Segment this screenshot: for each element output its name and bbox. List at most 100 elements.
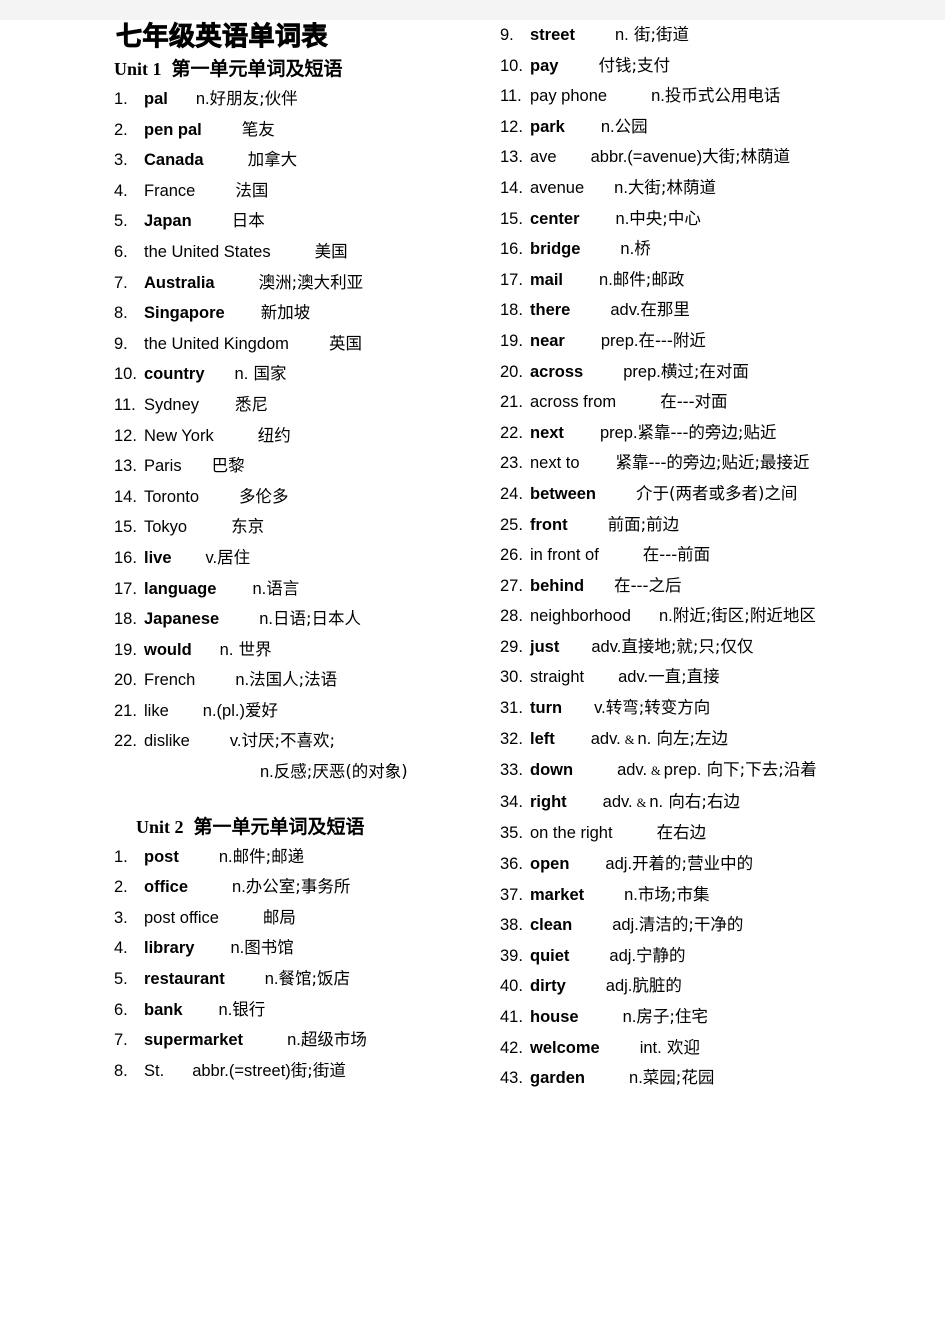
part-of-speech: adv. — [591, 637, 622, 656]
entry-chinese-gloss: 肮脏的 — [632, 976, 682, 996]
entry-body: near prep.在---附近 — [530, 326, 706, 357]
entry-chinese-gloss: 桥 — [634, 239, 651, 259]
entry-number: 34. — [500, 792, 523, 811]
right-column-sections: 9. street n. 街;街道 10. pay 付钱;支付 11. pay phone n.… — [500, 20, 930, 1094]
vocabulary-entry: 33. down adv. & prep. 向下;下去;沿着 — [500, 755, 930, 787]
unit-heading: Unit 1 第一单元单词及短语 — [114, 56, 484, 82]
entry-body: park n.公园 — [530, 112, 648, 143]
entry-term: street — [530, 26, 575, 44]
entry-term: country — [144, 365, 205, 384]
entry-body: Japan 日本 — [144, 206, 265, 237]
entry-number: 17. — [114, 579, 137, 598]
entry-number: 16. — [114, 548, 137, 567]
entry-term: Singapore — [144, 304, 225, 323]
vocabulary-entry: 6. the United States 美国 — [114, 237, 484, 268]
entry-number: 4. — [114, 939, 128, 958]
entry-number: 12. — [114, 426, 137, 445]
vocabulary-entry: 2. pen pal 笔友 — [114, 115, 484, 146]
ampersand-separator: & — [624, 732, 635, 747]
entry-number: 26. — [500, 546, 523, 565]
entry-body: office n.办公室;事务所 — [144, 872, 350, 903]
entry-chinese-gloss: 澳洲;澳大利亚 — [258, 272, 364, 292]
part-of-speech: adj. — [605, 855, 633, 874]
entry-number: 7. — [114, 1031, 128, 1050]
entry-body: pay 付钱;支付 — [530, 51, 670, 82]
entry-body: Paris 巴黎 — [144, 451, 245, 482]
entry-number: 19. — [500, 331, 523, 350]
entry-body: garden n.菜园;花园 — [530, 1063, 714, 1094]
vocabulary-entry: 25. front 前面;前边 — [500, 510, 930, 541]
entry-number: 32. — [500, 729, 523, 748]
entry-term: avenue — [530, 178, 585, 197]
entry-chinese-gloss: 附近;街区;附近地区 — [672, 606, 816, 626]
entry-body: language n.语言 — [144, 574, 299, 605]
entry-body: French n.法国人;法语 — [144, 665, 337, 696]
entry-term: pay phone — [530, 87, 608, 106]
entry-term: pen pal — [144, 120, 202, 139]
entry-body: like n.(pl.)爱好 — [144, 696, 278, 727]
entry-body: on the right 在右边 — [530, 818, 706, 849]
entry-number: 37. — [500, 885, 523, 904]
vocabulary-entry: 36. open adj.开着的;营业中的 — [500, 849, 930, 880]
part-of-speech: adj. — [605, 977, 633, 996]
entry-body: down adv. & prep. 向下;下去;沿着 — [530, 755, 817, 787]
vocabulary-entry: 42. welcome int. 欢迎 — [500, 1033, 930, 1064]
vocabulary-entry: 23. next to 紧靠---的旁边;贴近;最接近 — [500, 448, 930, 479]
entry-term: bank — [144, 1000, 183, 1019]
entry-term: dislike — [144, 732, 190, 751]
ampersand-separator: & — [636, 795, 647, 810]
entry-term: right — [530, 792, 567, 811]
part-of-speech: n. — [651, 87, 665, 106]
entry-body: neighborhood n.附近;街区;附近地区 — [530, 601, 816, 632]
vocabulary-entry: 16. bridge n.桥 — [500, 234, 930, 265]
part-of-speech: adj. — [609, 946, 637, 965]
entry-body: post office 邮局 — [144, 903, 296, 934]
entry-term: the United Kingdom — [144, 334, 289, 353]
entry-term: pal — [144, 90, 168, 108]
entry-chinese-gloss: 国家 — [248, 364, 287, 384]
entry-body: Toronto 多伦多 — [144, 482, 289, 513]
entry-term: clean — [530, 916, 573, 935]
vocabulary-entry: 20. across prep.横过;在对面 — [500, 357, 930, 388]
entry-body: just adv.直接地;就;只;仅仅 — [530, 632, 754, 663]
entry-continuation-line: n.反感;厌恶(的对象) — [114, 757, 484, 788]
entry-number: 17. — [500, 270, 523, 289]
vocabulary-entry: 17. mail n.邮件;邮政 — [500, 265, 930, 296]
left-column-sections: Unit 1 第一单元单词及短语 1. pal n.好朋友;伙伴 2. pen pal 笔友 3… — [114, 56, 484, 1086]
entry-number: 10. — [500, 56, 523, 75]
vocabulary-entry: 10. country n. 国家 — [114, 359, 484, 390]
vocabulary-entry: 5. restaurant n.餐馆;饭店 — [114, 964, 484, 995]
entry-chinese-gloss: 笔友 — [241, 119, 275, 139]
part-of-speech: n. — [614, 26, 629, 44]
entry-body: turn v.转弯;转变方向 — [530, 693, 710, 724]
vocabulary-entry: 1. pal n.好朋友;伙伴 — [114, 84, 484, 115]
entry-body: avenue n.大街;林荫道 — [530, 173, 716, 204]
entry-chinese-gloss: 新加坡 — [260, 303, 311, 323]
part-of-speech: n. — [658, 607, 673, 626]
entry-term: left — [530, 729, 555, 748]
entry-number: 2. — [114, 120, 128, 139]
right-column: 9. street n. 街;街道 10. pay 付钱;支付 11. pay phone n.… — [500, 20, 930, 1094]
vocabulary-entry: 7. supermarket n.超级市场 — [114, 1025, 484, 1056]
entry-chinese-gloss: 邮局 — [262, 907, 296, 927]
entry-chinese-gloss: 投币式公用电话 — [664, 86, 781, 106]
two-column-layout: 七年级英语单词表 Unit 1 第一单元单词及短语 1. pal n.好朋友;伙伴 2. p… — [8, 20, 945, 1337]
part-of-speech: adv. — [610, 301, 641, 320]
part-of-speech: v. — [229, 732, 242, 751]
entry-number: 33. — [500, 761, 523, 780]
part-of-speech: n. — [252, 579, 267, 598]
ampersand-separator: & — [651, 764, 661, 779]
entry-chinese-gloss: 街;街道 — [628, 25, 690, 44]
entry-body: left adv. & n. 向左;左边 — [530, 724, 728, 756]
entry-chinese-gloss: 付钱;支付 — [598, 55, 670, 75]
entry-term: ave — [530, 148, 557, 167]
entry-chinese-gloss: 法国人;法语 — [249, 670, 338, 690]
vocabulary-entry: 22. dislike v.讨厌;不喜欢; — [114, 726, 484, 757]
entry-term: the United States — [144, 242, 271, 261]
entry-number: 15. — [114, 518, 137, 537]
part-of-speech: n. — [287, 1031, 301, 1050]
vocabulary-entry: 15. Tokyo 东京 — [114, 512, 484, 543]
entry-term: house — [530, 1008, 579, 1026]
entry-chinese-gloss: 世界 — [233, 639, 272, 659]
entry-chinese-gloss: 房子;住宅 — [636, 1007, 708, 1026]
